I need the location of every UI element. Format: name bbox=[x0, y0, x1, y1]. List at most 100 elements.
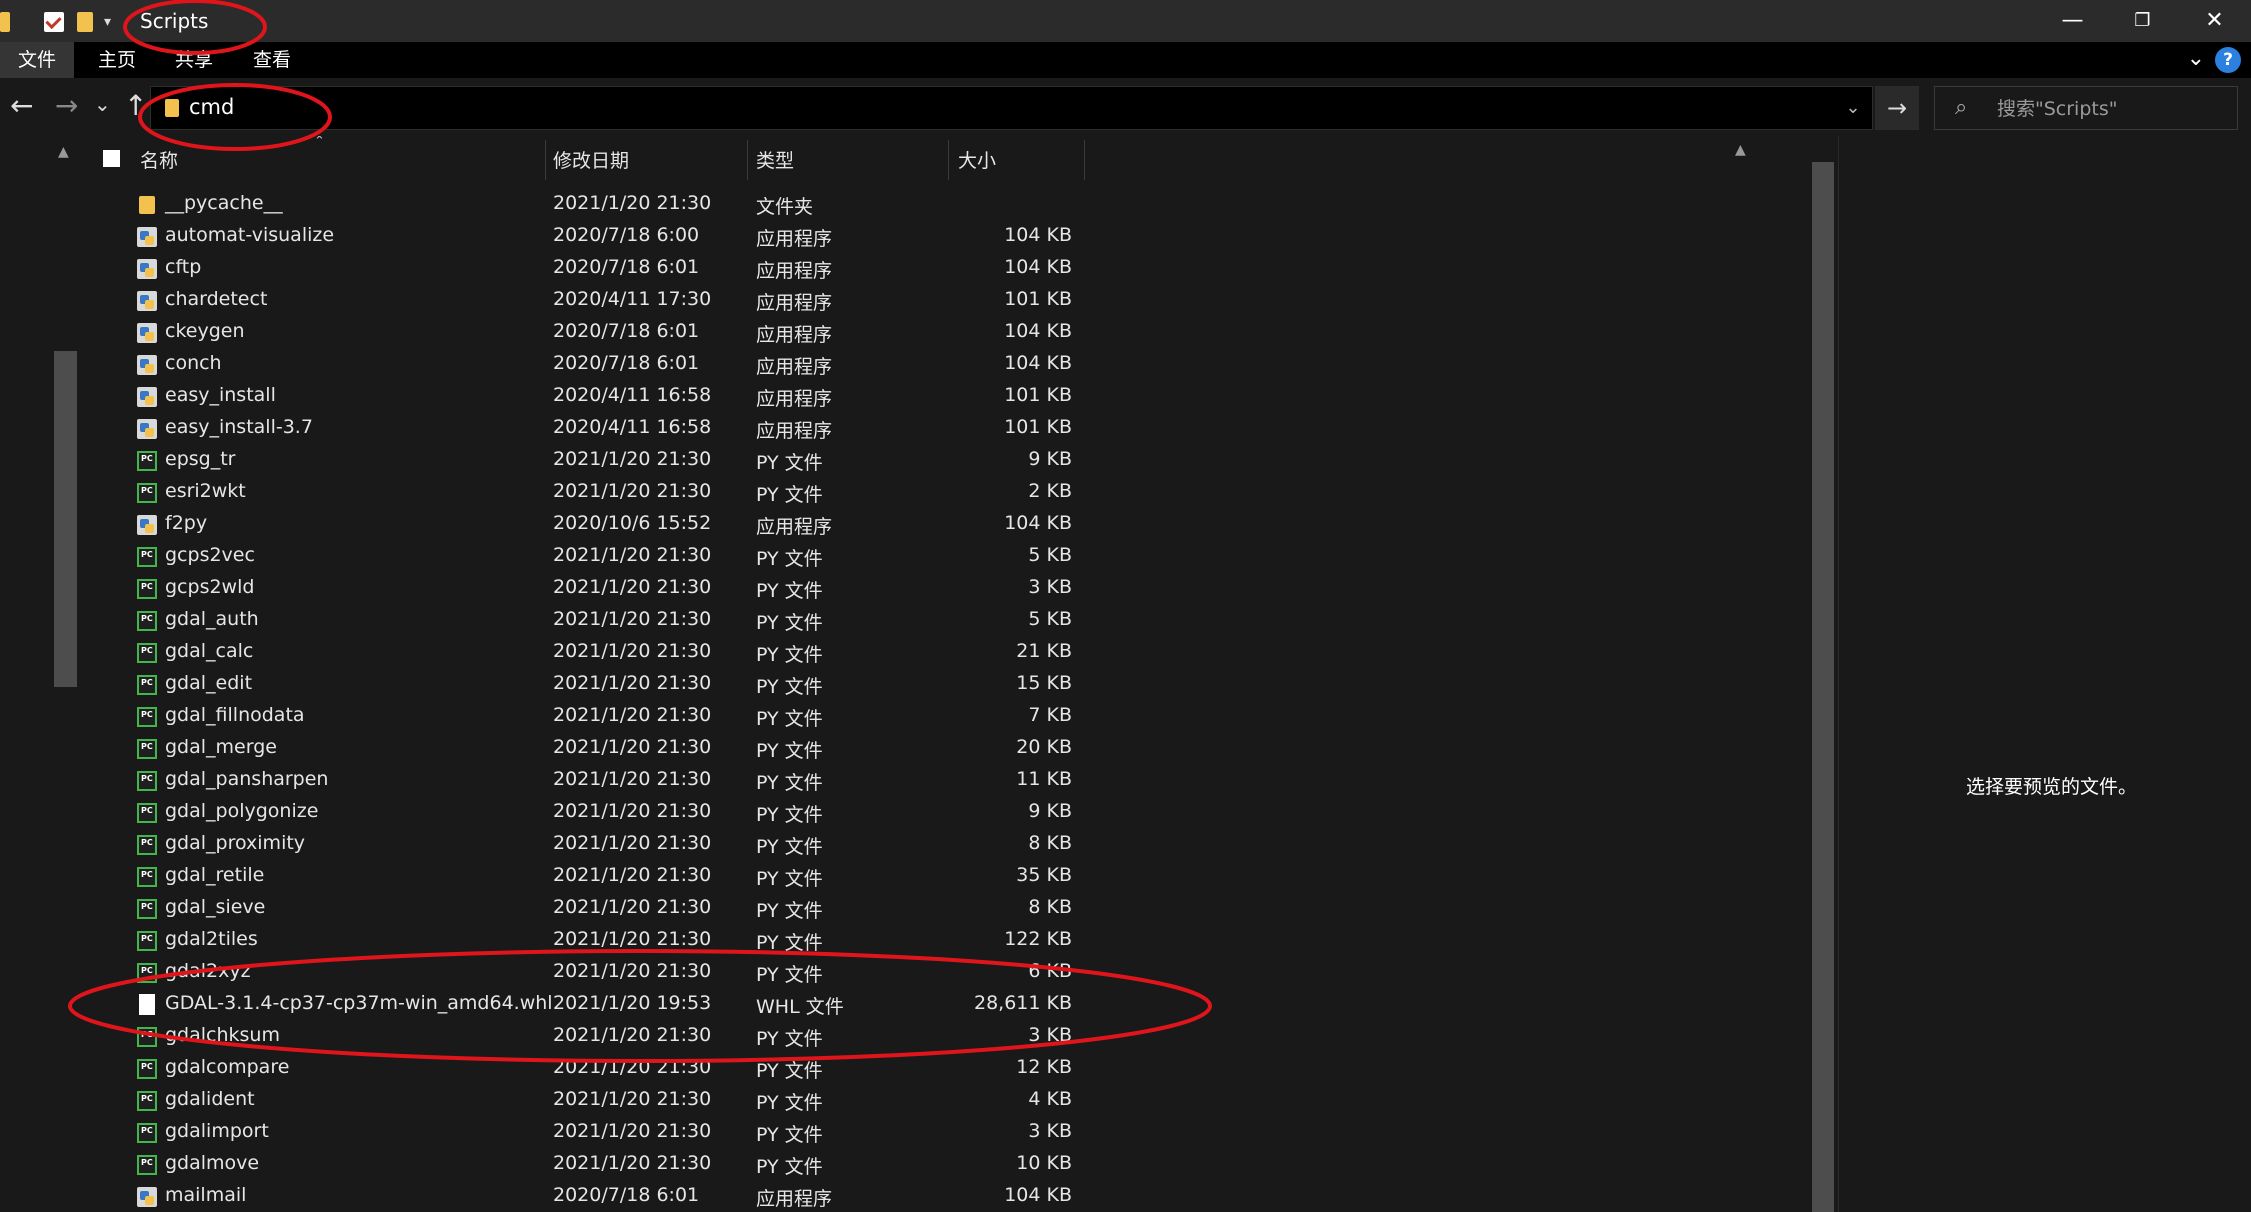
file-type: PY 文件 bbox=[756, 644, 823, 666]
file-row[interactable]: gdalident 2021/1/20 21:30 PY 文件 4 KB bbox=[82, 1085, 1782, 1117]
address-input-text[interactable]: cmd bbox=[189, 95, 234, 119]
file-row[interactable]: gdal2xyz 2021/1/20 21:30 PY 文件 6 KB bbox=[82, 957, 1782, 989]
back-arrow-icon[interactable]: ← bbox=[10, 89, 33, 122]
pycharm-file-icon bbox=[137, 1027, 157, 1047]
file-type: PY 文件 bbox=[756, 1156, 823, 1178]
file-row[interactable]: chardetect 2020/4/11 17:30 应用程序 101 KB bbox=[82, 285, 1782, 317]
file-size: 6 KB bbox=[1028, 960, 1072, 982]
file-row[interactable]: gdal_calc 2021/1/20 21:30 PY 文件 21 KB bbox=[82, 637, 1782, 669]
navigation-scrollbar-thumb[interactable] bbox=[54, 351, 77, 687]
help-icon[interactable]: ? bbox=[2215, 47, 2241, 73]
file-size: 28,611 KB bbox=[973, 992, 1072, 1014]
properties-checkbox-icon[interactable] bbox=[44, 12, 64, 32]
file-size: 104 KB bbox=[1004, 320, 1072, 342]
tab-file[interactable]: 文件 bbox=[0, 42, 75, 78]
expand-ribbon-chevron-icon[interactable]: ⌄ bbox=[2187, 46, 2205, 71]
file-row[interactable]: gdal_auth 2021/1/20 21:30 PY 文件 5 KB bbox=[82, 605, 1782, 637]
file-row[interactable]: gcps2wld 2021/1/20 21:30 PY 文件 3 KB bbox=[82, 573, 1782, 605]
file-type: 应用程序 bbox=[756, 1188, 833, 1210]
file-row[interactable]: gdalchksum 2021/1/20 21:30 PY 文件 3 KB bbox=[82, 1021, 1782, 1053]
column-divider[interactable] bbox=[747, 140, 748, 180]
file-row[interactable]: gdal_polygonize 2021/1/20 21:30 PY 文件 9 KB bbox=[82, 797, 1782, 829]
file-row[interactable]: gdal_pansharpen 2021/1/20 21:30 PY 文件 11 KB bbox=[82, 765, 1782, 797]
file-row[interactable]: gcps2vec 2021/1/20 21:30 PY 文件 5 KB bbox=[82, 541, 1782, 573]
preview-pane: 选择要预览的文件。 bbox=[1838, 136, 2251, 1212]
select-all-checkbox[interactable] bbox=[103, 150, 120, 167]
file-type: 应用程序 bbox=[756, 324, 833, 346]
quick-access-dropdown-icon[interactable]: ▾ bbox=[104, 14, 124, 34]
file-row[interactable]: gdal_retile 2021/1/20 21:30 PY 文件 35 KB bbox=[82, 861, 1782, 893]
file-row[interactable]: gdal_fillnodata 2021/1/20 21:30 PY 文件 7 KB bbox=[82, 701, 1782, 733]
file-row[interactable]: gdalcompare 2021/1/20 21:30 PY 文件 12 KB bbox=[82, 1053, 1782, 1085]
column-header-date[interactable]: 修改日期 bbox=[553, 146, 629, 173]
pycharm-file-icon bbox=[137, 1091, 157, 1111]
file-row[interactable]: easy_install-3.7 2020/4/11 16:58 应用程序 101 K… bbox=[82, 413, 1782, 445]
file-date: 2021/1/20 21:30 bbox=[553, 928, 712, 950]
file-row[interactable]: gdalimport 2021/1/20 21:30 PY 文件 3 KB bbox=[82, 1117, 1782, 1149]
file-row[interactable]: GDAL-3.1.4-cp37-cp37m-win_amd64.whl 2021/… bbox=[82, 989, 1782, 1021]
file-size: 104 KB bbox=[1004, 352, 1072, 374]
pycharm-file-icon bbox=[137, 1123, 157, 1143]
file-size: 122 KB bbox=[1004, 928, 1072, 950]
close-button[interactable]: ✕ bbox=[2180, 0, 2249, 42]
column-divider[interactable] bbox=[948, 140, 949, 180]
file-date: 2021/1/20 21:30 bbox=[553, 1056, 712, 1078]
file-date: 2020/7/18 6:01 bbox=[553, 320, 700, 342]
file-row[interactable]: epsg_tr 2021/1/20 21:30 PY 文件 9 KB bbox=[82, 445, 1782, 477]
file-row[interactable]: automat-visualize 2020/7/18 6:00 应用程序 104 K… bbox=[82, 221, 1782, 253]
tab-view[interactable]: 查看 bbox=[235, 42, 309, 78]
file-row[interactable]: esri2wkt 2021/1/20 21:30 PY 文件 2 KB bbox=[82, 477, 1782, 509]
forward-arrow-icon[interactable]: → bbox=[55, 89, 78, 122]
pycharm-file-icon bbox=[137, 963, 157, 983]
column-header-type[interactable]: 类型 bbox=[756, 146, 794, 173]
tab-home[interactable]: 主页 bbox=[80, 42, 154, 78]
file-row[interactable]: gdal_edit 2021/1/20 21:30 PY 文件 15 KB bbox=[82, 669, 1782, 701]
pycharm-file-icon bbox=[137, 579, 157, 599]
file-row[interactable]: cftp 2020/7/18 6:01 应用程序 104 KB bbox=[82, 253, 1782, 285]
file-size: 21 KB bbox=[1016, 640, 1072, 662]
new-folder-icon[interactable] bbox=[77, 12, 93, 32]
scroll-up-arrow-icon[interactable]: ▲ bbox=[1735, 142, 1746, 158]
file-row[interactable]: gdalmove 2021/1/20 21:30 PY 文件 10 KB bbox=[82, 1149, 1782, 1181]
application-icon bbox=[137, 515, 157, 535]
address-dropdown-chevron-icon[interactable]: ⌄ bbox=[1833, 86, 1873, 130]
search-box[interactable]: ⌕ bbox=[1934, 86, 2238, 131]
file-name: gdal_polygonize bbox=[165, 800, 319, 822]
file-date: 2021/1/20 21:30 bbox=[553, 1152, 712, 1174]
file-type: PY 文件 bbox=[756, 548, 823, 570]
file-date: 2021/1/20 21:30 bbox=[553, 544, 712, 566]
pycharm-file-icon bbox=[137, 867, 157, 887]
file-date: 2021/1/20 19:53 bbox=[553, 992, 712, 1014]
recent-locations-chevron-icon[interactable]: ⌄ bbox=[94, 92, 111, 116]
file-type: PY 文件 bbox=[756, 1060, 823, 1082]
go-arrow-icon[interactable]: → bbox=[1875, 86, 1919, 130]
file-row[interactable]: easy_install 2020/4/11 16:58 应用程序 101 KB bbox=[82, 381, 1782, 413]
column-header-size[interactable]: 大小 bbox=[958, 146, 996, 173]
file-row[interactable]: gdal_sieve 2021/1/20 21:30 PY 文件 8 KB bbox=[82, 893, 1782, 925]
file-row[interactable]: gdal2tiles 2021/1/20 21:30 PY 文件 122 KB bbox=[82, 925, 1782, 957]
tab-share[interactable]: 共享 bbox=[157, 42, 231, 78]
minimize-button[interactable]: — bbox=[2038, 0, 2107, 42]
file-type: PY 文件 bbox=[756, 1124, 823, 1146]
file-row[interactable]: f2py 2020/10/6 15:52 应用程序 104 KB bbox=[82, 509, 1782, 541]
up-arrow-icon[interactable]: ↑ bbox=[124, 89, 147, 122]
file-type: PY 文件 bbox=[756, 484, 823, 506]
file-row[interactable]: conch 2020/7/18 6:01 应用程序 104 KB bbox=[82, 349, 1782, 381]
navigation-bar: ← → ⌄ ↑ cmd ⌄ → ⌕ bbox=[0, 78, 2251, 136]
file-date: 2021/1/20 21:30 bbox=[553, 192, 712, 214]
file-row[interactable]: ckeygen 2020/7/18 6:01 应用程序 104 KB bbox=[82, 317, 1782, 349]
file-type: 应用程序 bbox=[756, 292, 833, 314]
file-list-scrollbar-thumb[interactable] bbox=[1812, 162, 1834, 1212]
column-divider[interactable] bbox=[545, 140, 546, 180]
column-header-name[interactable]: 名称 bbox=[140, 146, 178, 173]
search-input[interactable] bbox=[1995, 87, 2229, 131]
scroll-up-arrow-icon[interactable]: ▲ bbox=[58, 144, 69, 160]
column-divider[interactable] bbox=[1084, 140, 1085, 180]
file-row[interactable]: __pycache__ 2021/1/20 21:30 文件夹 bbox=[82, 189, 1782, 221]
file-row[interactable]: gdal_merge 2021/1/20 21:30 PY 文件 20 KB bbox=[82, 733, 1782, 765]
file-row[interactable]: mailmail 2020/7/18 6:01 应用程序 104 KB bbox=[82, 1181, 1782, 1212]
file-row[interactable]: gdal_proximity 2021/1/20 21:30 PY 文件 8 KB bbox=[82, 829, 1782, 861]
file-name: gdal_merge bbox=[165, 736, 277, 758]
address-field[interactable]: cmd bbox=[150, 86, 1873, 130]
restore-button[interactable]: ❐ bbox=[2108, 0, 2177, 42]
